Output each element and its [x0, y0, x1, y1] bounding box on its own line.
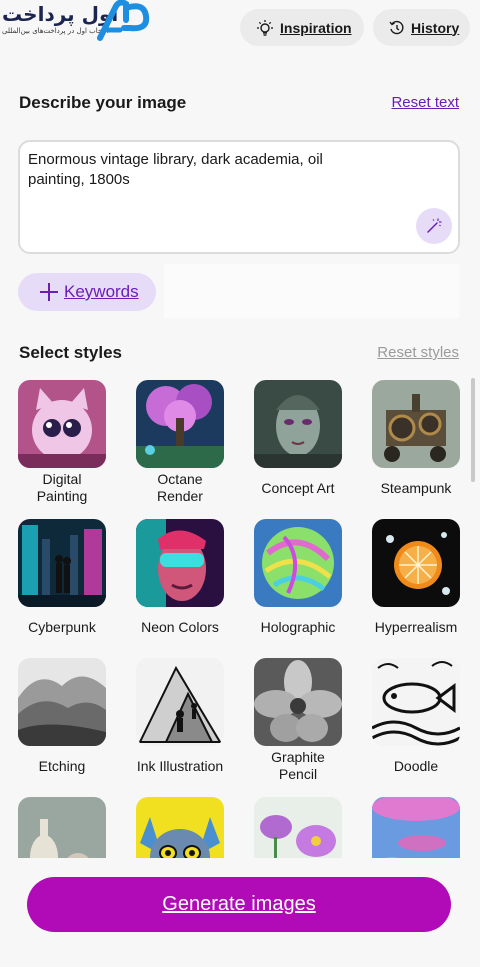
keywords-label: Keywords — [64, 282, 139, 301]
style-label: Concept Art — [261, 479, 335, 496]
inspiration-label: Inspiration — [280, 19, 352, 36]
style-card-holographic[interactable]: Holographic — [250, 519, 346, 647]
logo-subtitle: انتخاب اول در پرداخت‌های بین‌المللی — [2, 27, 109, 35]
style-thumbnail — [254, 380, 342, 468]
prompt-value[interactable]: Enormous vintage library, dark academia,… — [28, 150, 378, 190]
style-thumbnail — [136, 797, 224, 858]
top-bar: اول پرداخت انتخاب اول در پرداخت‌های بین‌… — [0, 0, 480, 56]
style-thumbnail — [18, 380, 106, 468]
style-thumbnail — [136, 658, 224, 746]
brand-logo[interactable]: اول پرداخت انتخاب اول در پرداخت‌های بین‌… — [0, 0, 152, 46]
style-thumbnail — [254, 658, 342, 746]
style-label: Ink Illustration — [136, 757, 224, 774]
style-thumbnail — [372, 519, 460, 607]
style-card-steampunk[interactable]: Steampunk — [368, 380, 464, 508]
reset-text-link[interactable]: Reset text — [391, 94, 459, 111]
style-card-octane-render[interactable]: Octane Render — [132, 380, 228, 508]
style-label: Steampunk — [380, 479, 452, 496]
magic-wand-icon — [427, 218, 442, 233]
style-label: Graphite Pencil — [271, 749, 325, 782]
style-card-doodle[interactable]: Doodle — [368, 658, 464, 786]
lightbulb-icon — [257, 19, 273, 36]
style-card-hyperrealism[interactable]: Hyperrealism — [368, 519, 464, 647]
keywords-button[interactable]: Keywords — [18, 273, 156, 311]
describe-title: Describe your image — [19, 93, 187, 112]
style-card-ink-illustration[interactable]: Ink Illustration — [132, 658, 228, 786]
prompt-textarea[interactable]: Enormous vintage library, dark academia,… — [18, 140, 460, 254]
style-thumbnail — [372, 658, 460, 746]
inspiration-button[interactable]: Inspiration — [240, 9, 364, 46]
style-label: Neon Colors — [141, 618, 219, 635]
style-label: Octane Render — [157, 471, 203, 504]
style-card[interactable] — [368, 797, 464, 858]
style-thumbnail — [18, 658, 106, 746]
style-card-etching[interactable]: Etching — [14, 658, 110, 786]
style-label: Digital Painting — [36, 471, 88, 504]
style-label: Hyperrealism — [374, 618, 458, 635]
style-card-graphite-pencil[interactable]: Graphite Pencil — [250, 658, 346, 786]
history-button[interactable]: History — [373, 9, 470, 46]
style-thumbnail — [254, 519, 342, 607]
style-card[interactable] — [132, 797, 228, 858]
styles-grid[interactable]: Digital Painting Octane Render Concept A… — [0, 378, 480, 858]
style-thumbnail — [372, 797, 460, 858]
style-thumbnail — [18, 519, 106, 607]
style-card[interactable] — [250, 797, 346, 858]
reset-styles-link[interactable]: Reset styles — [377, 344, 459, 361]
plus-icon — [40, 283, 58, 301]
style-thumbnail — [136, 519, 224, 607]
style-label: Cyberpunk — [28, 618, 96, 635]
logo-mark-icon — [97, 0, 150, 41]
style-thumbnail — [18, 797, 106, 858]
style-card-digital-painting[interactable]: Digital Painting — [14, 380, 110, 508]
style-thumbnail — [254, 797, 342, 858]
history-label: History — [411, 19, 460, 36]
styles-title: Select styles — [19, 343, 123, 362]
style-label: Etching — [38, 757, 86, 774]
generate-images-label: Generate images — [162, 893, 316, 915]
magic-wand-button[interactable] — [416, 208, 452, 244]
scrollbar[interactable] — [471, 378, 475, 482]
style-card-neon-colors[interactable]: Neon Colors — [132, 519, 228, 647]
style-label: Doodle — [393, 757, 439, 774]
style-thumbnail — [136, 380, 224, 468]
style-thumbnail — [372, 380, 460, 468]
style-card-cyberpunk[interactable]: Cyberpunk — [14, 519, 110, 647]
style-card[interactable] — [14, 797, 110, 858]
style-card-concept-art[interactable]: Concept Art — [250, 380, 346, 508]
keywords-area — [164, 264, 459, 318]
style-label: Holographic — [260, 618, 336, 635]
generate-images-button[interactable]: Generate images — [27, 877, 451, 932]
history-icon — [389, 20, 404, 34]
